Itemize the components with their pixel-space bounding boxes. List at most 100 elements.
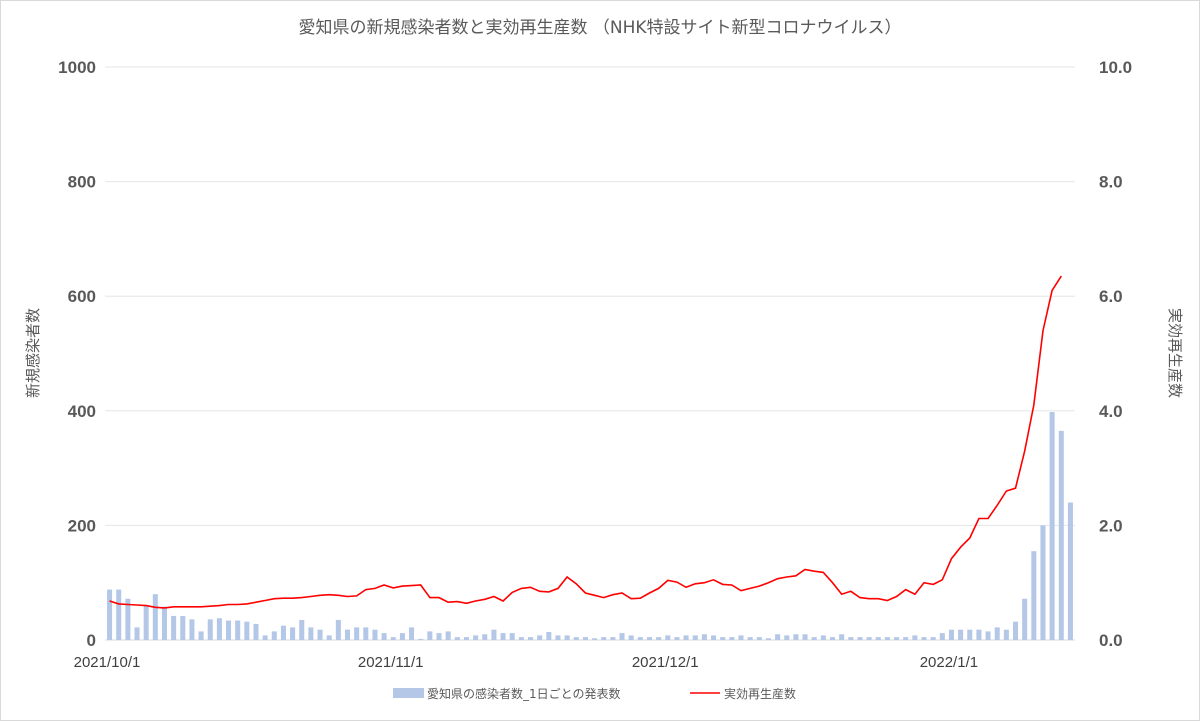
legend-line-label: 実効再生産数: [724, 686, 796, 701]
bar: [491, 629, 497, 640]
gridlines: [105, 66, 1075, 641]
bar: [299, 619, 305, 640]
bar: [454, 637, 460, 640]
bar: [226, 620, 232, 640]
bar: [409, 627, 415, 640]
left-tick-label: 400: [68, 402, 96, 421]
bar: [1040, 525, 1046, 640]
line-series: [109, 275, 1062, 609]
bar: [308, 627, 314, 640]
bar: [592, 638, 598, 640]
bar: [280, 625, 286, 640]
left-tick-label: 0: [87, 631, 96, 650]
bar: [354, 627, 360, 640]
bar: [381, 633, 387, 640]
bar: [720, 637, 726, 640]
bar: [262, 635, 268, 640]
bar: [1003, 629, 1009, 640]
bar: [775, 634, 781, 640]
bar: [537, 635, 543, 640]
bar: [619, 633, 625, 640]
bar: [866, 637, 872, 640]
bar: [967, 629, 973, 640]
bar: [738, 635, 744, 640]
x-tick-label: 2021/10/1: [74, 654, 141, 671]
bar: [756, 637, 762, 640]
bar: [921, 637, 927, 640]
bar: [894, 637, 900, 640]
bar: [948, 629, 954, 640]
bar: [235, 620, 241, 640]
left-tick-label: 1000: [58, 58, 96, 77]
legend: 愛知県の感染者数_1日ごとの発表数 実効再生産数: [393, 686, 796, 701]
bar: [839, 634, 845, 640]
left-tick-label: 200: [68, 516, 96, 535]
bar: [939, 633, 945, 640]
bar: [656, 637, 662, 640]
bar: [482, 634, 488, 640]
bar: [161, 606, 167, 640]
bar: [555, 635, 561, 640]
bar: [692, 635, 698, 640]
x-tick-label: 2022/1/1: [920, 654, 978, 671]
bar: [116, 589, 122, 640]
bar: [418, 638, 424, 640]
bar: [363, 627, 369, 640]
bar: [1058, 430, 1064, 640]
bar: [253, 623, 259, 640]
left-axis-label: 新規感染者数: [24, 308, 42, 398]
bar: [207, 619, 213, 640]
bar: [829, 637, 836, 640]
bar: [1031, 551, 1037, 640]
x-tick-label: 2021/11/1: [358, 654, 424, 671]
bar: [216, 618, 222, 640]
bar: [994, 627, 1000, 640]
bar: [326, 635, 332, 640]
bar: [930, 637, 936, 640]
bar: [811, 637, 817, 640]
bar: [344, 629, 351, 640]
bar: [903, 637, 909, 640]
right-axis-ticks: 0.0 2.0 4.0 6.0 8.0 10.0: [1099, 58, 1132, 650]
bar: [546, 631, 552, 640]
right-tick-label: 10.0: [1099, 58, 1132, 77]
bar: [528, 637, 534, 640]
bar: [711, 635, 717, 640]
bar: [189, 619, 195, 640]
bar: [564, 635, 570, 640]
right-axis-label: 実効再生産数: [1166, 308, 1184, 398]
bar: [729, 637, 735, 640]
bar: [152, 594, 158, 640]
bar: [134, 627, 140, 640]
x-tick-label: 2021/12/1: [632, 654, 699, 671]
bar: [857, 637, 863, 640]
left-axis-ticks: 0 200 400 600 800 1000: [58, 58, 96, 650]
bar: [976, 629, 982, 640]
bar: [628, 635, 634, 640]
bar: [436, 633, 442, 640]
bar: [784, 635, 790, 640]
bar: [500, 633, 506, 640]
bar: [674, 637, 680, 640]
bar: [317, 629, 323, 640]
bar: [271, 631, 277, 640]
bar: [848, 637, 854, 640]
bar: [390, 637, 396, 640]
bar: [1049, 411, 1055, 640]
left-tick-label: 800: [68, 173, 96, 192]
bar: [473, 635, 479, 640]
bar: [802, 634, 808, 640]
bar: [610, 637, 616, 640]
right-tick-label: 8.0: [1099, 173, 1123, 192]
bar: [573, 637, 579, 640]
bar: [180, 615, 186, 640]
bar: [198, 631, 204, 640]
bar: [171, 615, 177, 640]
bar: [683, 635, 689, 640]
bar: [107, 589, 113, 640]
bar: [701, 634, 707, 640]
bar: [427, 631, 433, 640]
bar: [985, 631, 991, 640]
bar: [1022, 598, 1028, 640]
bar: [509, 633, 515, 640]
